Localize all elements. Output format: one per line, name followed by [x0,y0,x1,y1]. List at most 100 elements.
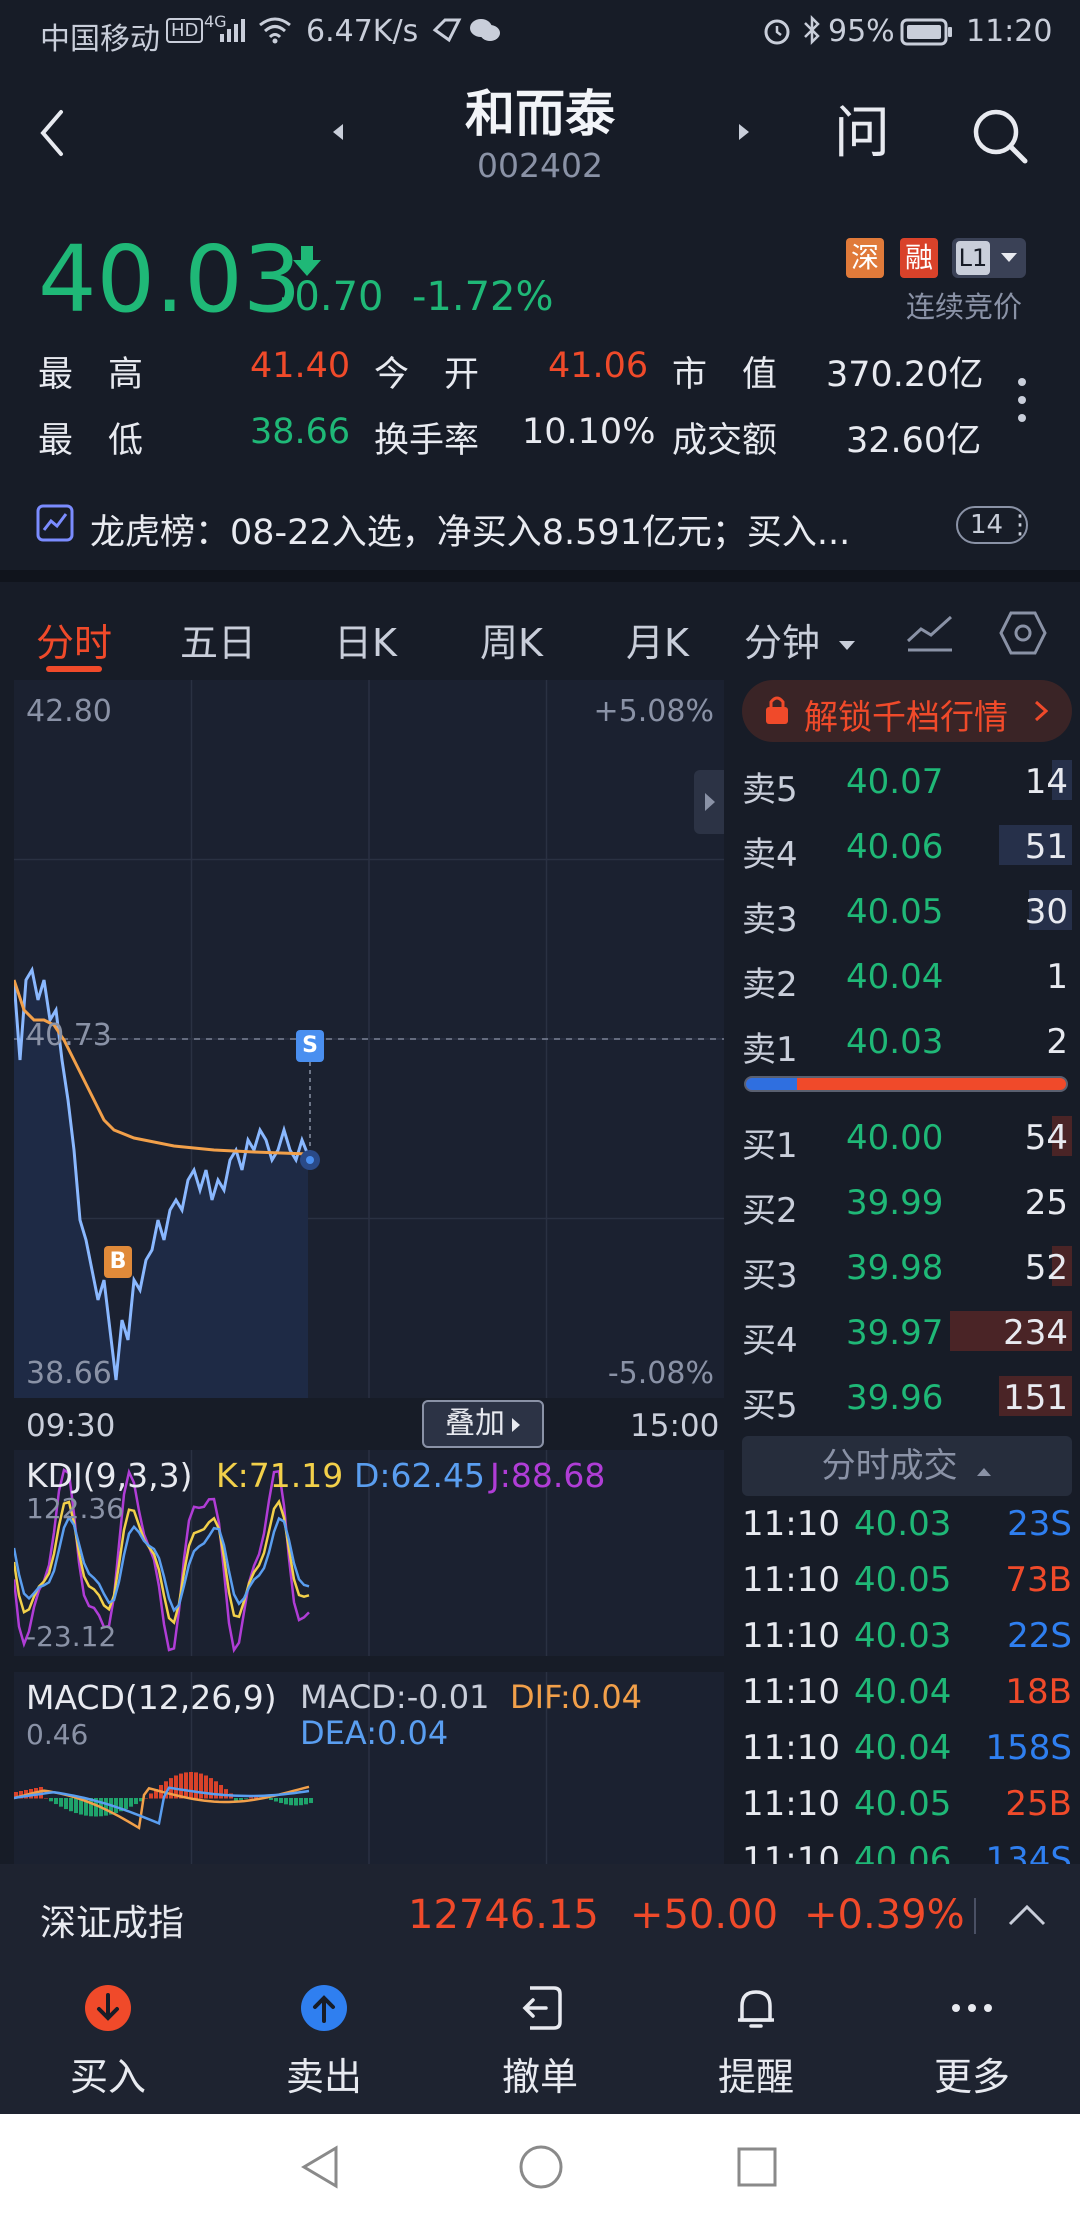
tab-weekly-k[interactable]: 周K [480,612,543,667]
buy-marker[interactable]: B [104,1246,132,1278]
news-count: 14 [970,510,1004,540]
tab-daily-k[interactable]: 日K [334,612,397,667]
nav-alert[interactable]: 提醒 [696,1984,816,2101]
news-ticker[interactable]: 龙虎榜：08-22入选，净买入8.591亿元；买入... 14 ⋮ [0,490,1080,560]
nav-sell[interactable]: 卖出 [264,1984,384,2101]
macd-dif-value: DIF:0.04 [510,1678,643,1716]
cancel-order-icon [522,1986,562,2030]
system-back-icon[interactable] [300,2144,340,2190]
ask-row[interactable]: 卖4 40.06 51 [742,817,1072,881]
kdj-panel[interactable]: KDJ(9,3,3) K:71.19 D:62.45 J:88.68 122.3… [14,1450,724,1656]
tick-volume: 22S [1007,1616,1072,1656]
pct-axis-top: +5.08% [593,694,714,729]
tab-timeshare[interactable]: 分时 [36,612,112,667]
stock-name: 和而泰 [465,85,615,143]
macd-top: 0.46 [26,1718,89,1751]
chart-news-icon [36,504,74,542]
ask-button[interactable]: 问 [826,98,898,170]
tick-row: 11:10 40.04 18B [742,1666,1072,1722]
level-volume: 51 [1024,827,1068,867]
y-axis-bottom: 38.66 [26,1356,112,1391]
active-tab-indicator [46,666,102,672]
macd-bar [69,1798,73,1812]
wechat-icon [468,16,502,44]
turnover-value: 10.10% [522,412,656,452]
intraday-chart[interactable]: 42.80 +5.08% 40.73 38.66 -5.08% S B [14,680,724,1398]
level-label: 卖3 [742,900,798,940]
index-change-pct: +0.39% [804,1892,965,1938]
overlay-button[interactable]: 叠加 [422,1400,544,1448]
system-recents-icon[interactable] [736,2146,778,2188]
chart-settings-button[interactable] [996,606,1050,660]
nav-more[interactable]: 更多 [912,1984,1032,2101]
hd-badge: HD [166,18,204,43]
macd-bar [204,1775,208,1799]
ask-row[interactable]: 卖3 40.05 30 [742,882,1072,946]
chevron-up-icon[interactable] [1008,1904,1046,1926]
macd-bar [194,1772,198,1799]
bid-row[interactable]: 买3 39.98 52 [742,1238,1072,1302]
macd-bar [179,1773,183,1799]
system-home-icon[interactable] [518,2144,564,2190]
macd-bar [244,1798,248,1799]
level-label: 卖2 [742,965,798,1005]
level-price: 40.07 [846,762,944,802]
next-stock-button[interactable] [724,112,764,152]
overlay-label: 叠加 [445,1406,505,1441]
tab-minute-dropdown[interactable]: 分钟 [744,612,856,667]
nav-sell-label: 卖出 [285,2055,362,2099]
ask-row[interactable]: 卖5 40.07 14 [742,752,1072,816]
level-volume: 1 [1046,957,1068,997]
mktcap-label: 市 值 [672,355,778,395]
system-nav-bar [0,2114,1080,2220]
low-value: 38.66 [250,412,351,452]
news-count-badge[interactable]: 14 ⋮ [956,506,1033,544]
level-price: 40.00 [846,1118,944,1158]
ask-row[interactable]: 卖2 40.04 1 [742,947,1072,1011]
nav-alert-label: 提醒 [717,2055,794,2099]
macd-panel[interactable]: MACD(12,26,9) MACD:-0.01 DIF:0.04 DEA:0.… [14,1672,724,1864]
line-chart-icon [906,615,953,652]
nav-buy-label: 买入 [69,2055,146,2099]
tick-time: 11:10 [742,1616,840,1656]
open-label: 今 开 [374,355,480,395]
nav-buy[interactable]: 买入 [48,1984,168,2101]
kdj-j-value: J:88.68 [490,1456,606,1495]
bid-row[interactable]: 买4 39.97 234 [742,1303,1072,1367]
tick-row: 11:10 40.04 158S [742,1722,1072,1778]
alarm-icon [762,16,792,46]
unlock-depth-button[interactable]: 解锁千档行情 [742,680,1072,742]
indicator-settings-button[interactable] [902,608,958,658]
ticks-header[interactable]: 分时成交 [742,1436,1072,1496]
tab-five-day[interactable]: 五日 [180,612,256,667]
level-price: 39.99 [846,1183,944,1223]
bid-row[interactable]: 买5 39.96 151 [742,1368,1072,1432]
expand-panel-button[interactable] [694,770,724,834]
level-dropdown[interactable]: L1 [952,238,1026,278]
macd-bar [284,1798,288,1805]
index-bar[interactable]: 深证成指 12746.15 +50.00 +0.39% [0,1864,1080,1968]
level-volume: 2 [1046,1022,1068,1062]
level-price: 40.06 [846,827,944,867]
index-value: 12746.15 [408,1892,599,1938]
search-button[interactable] [964,100,1036,172]
settings-hex-icon [999,611,1047,655]
tab-label: 分钟 [744,621,821,665]
bid-row[interactable]: 买2 39.99 25 [742,1173,1072,1237]
vertical-dots-small-icon: ⋮ [1007,510,1034,540]
tab-monthly-k[interactable]: 月K [626,612,689,667]
sell-marker[interactable]: S [296,1030,324,1062]
battery-percent: 95% [828,14,895,49]
exchange-badge: 深 [846,238,884,278]
time-end: 15:00 [630,1408,720,1444]
bid-ask-ratio-bar [744,1076,1068,1092]
more-stats-button[interactable] [1004,370,1040,430]
level-price: 39.96 [846,1378,944,1418]
ask-row[interactable]: 卖1 40.03 2 [742,1012,1072,1076]
macd-bar [279,1798,283,1804]
macd-bar [274,1798,278,1802]
bid-row[interactable]: 买1 40.00 54 [742,1108,1072,1172]
ticks-header-label: 分时成交 [821,1446,958,1486]
nav-cancel-order[interactable]: 撤单 [480,1984,600,2101]
level-label: 买4 [742,1321,798,1361]
